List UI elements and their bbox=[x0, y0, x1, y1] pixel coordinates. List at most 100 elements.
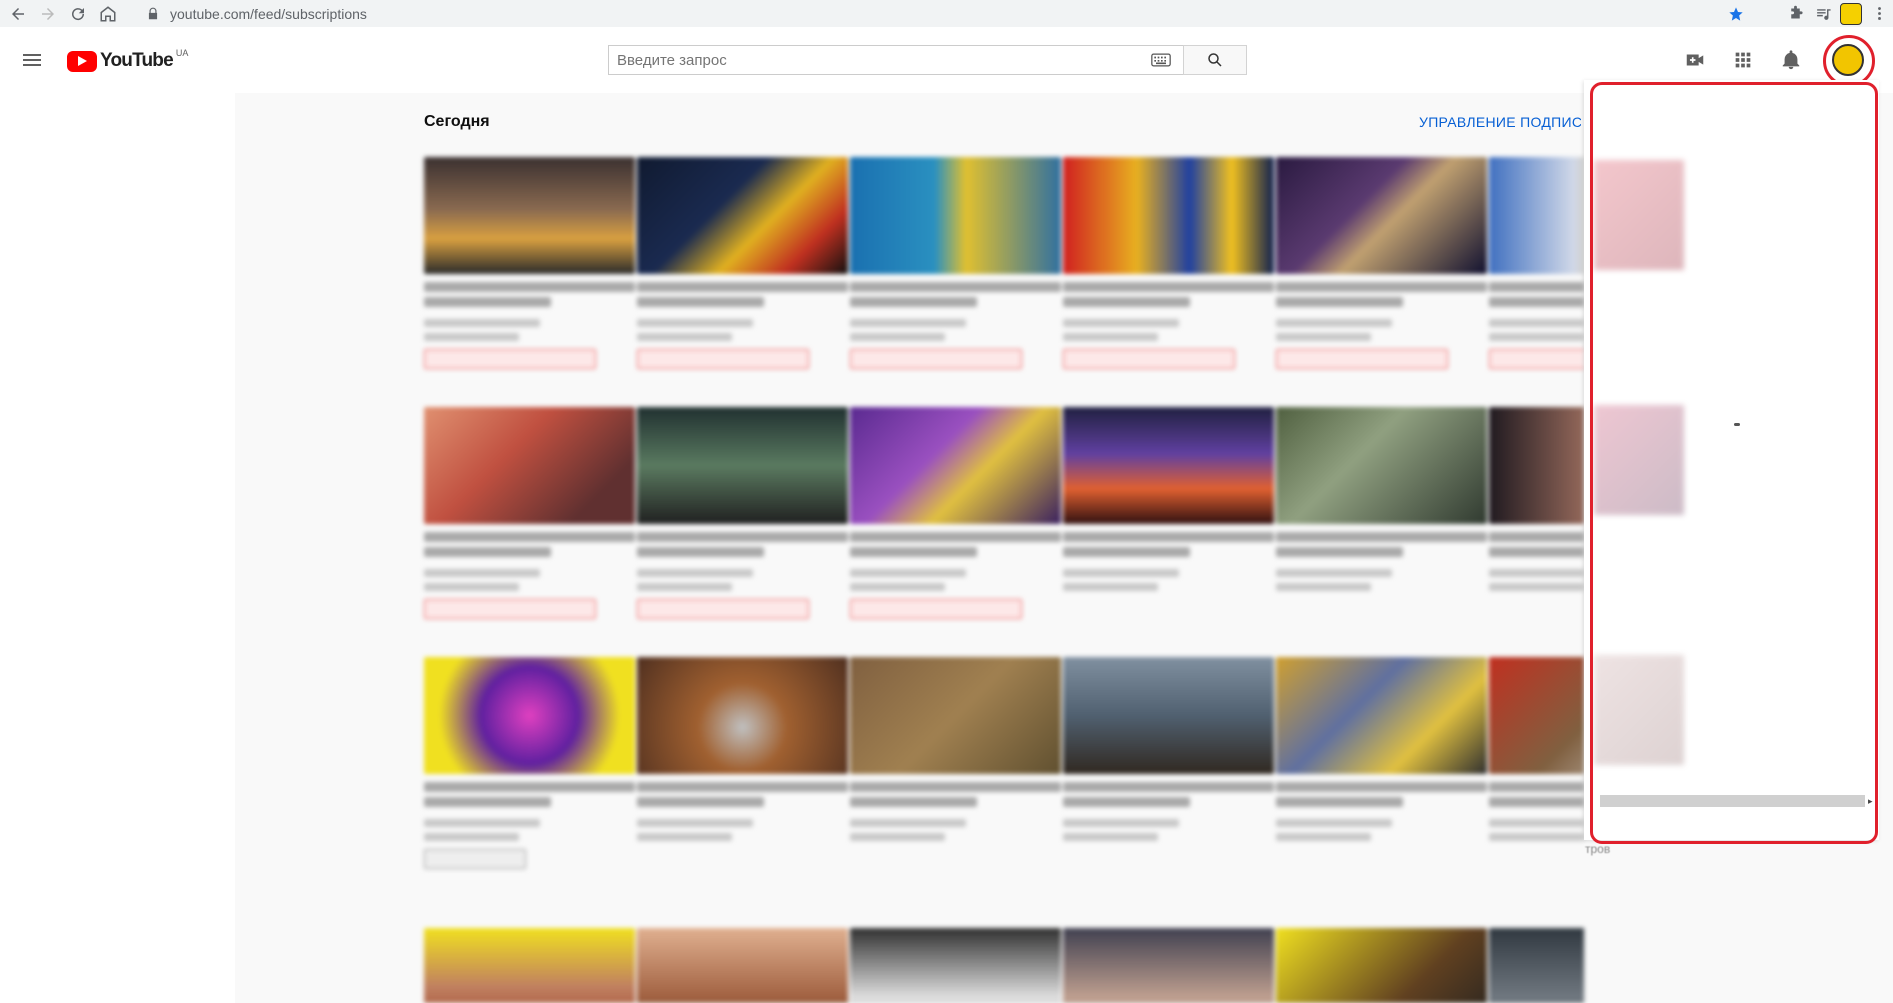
video-thumbnail[interactable] bbox=[424, 657, 635, 774]
video-thumbnail[interactable] bbox=[424, 157, 635, 274]
video-meta bbox=[1063, 319, 1180, 327]
extensions-icon[interactable] bbox=[1781, 0, 1809, 27]
video-thumbnail[interactable] bbox=[637, 657, 848, 774]
video-thumbnail[interactable] bbox=[1063, 407, 1274, 524]
profile-icon[interactable] bbox=[1837, 0, 1865, 27]
home-icon[interactable] bbox=[96, 2, 120, 26]
video-card[interactable] bbox=[1063, 407, 1274, 591]
video-thumbnail[interactable] bbox=[850, 407, 1061, 524]
video-thumbnail[interactable] bbox=[1276, 657, 1487, 774]
menu-icon[interactable] bbox=[20, 48, 44, 72]
reload-icon[interactable] bbox=[66, 2, 90, 26]
video-meta bbox=[1489, 583, 1584, 591]
video-card[interactable] bbox=[637, 657, 848, 841]
video-meta bbox=[637, 333, 732, 341]
search-input[interactable] bbox=[615, 47, 1119, 73]
video-title bbox=[637, 532, 848, 542]
video-thumbnail[interactable] bbox=[1276, 157, 1487, 274]
video-card[interactable] bbox=[1276, 407, 1487, 591]
video-thumbnail[interactable] bbox=[1063, 157, 1274, 274]
video-thumbnail[interactable] bbox=[850, 157, 1061, 274]
video-title bbox=[850, 797, 977, 807]
search-button[interactable] bbox=[1183, 45, 1247, 75]
video-title bbox=[637, 297, 764, 307]
video-title bbox=[1489, 782, 1584, 792]
video-title bbox=[424, 297, 551, 307]
video-thumbnail[interactable] bbox=[637, 157, 848, 274]
video-card[interactable] bbox=[1063, 157, 1274, 369]
video-thumbnail[interactable] bbox=[637, 928, 848, 1003]
live-badge bbox=[424, 599, 596, 619]
video-thumbnail[interactable] bbox=[1063, 928, 1274, 1003]
video-card[interactable] bbox=[850, 657, 1061, 841]
video-title bbox=[1063, 797, 1190, 807]
media-control-icon[interactable] bbox=[1809, 0, 1837, 27]
video-meta bbox=[424, 833, 519, 841]
video-card[interactable] bbox=[850, 928, 1061, 1003]
video-card[interactable] bbox=[850, 157, 1061, 369]
video-title bbox=[1063, 532, 1274, 542]
video-card[interactable] bbox=[1063, 657, 1274, 841]
forward-icon[interactable] bbox=[36, 2, 60, 26]
video-card[interactable] bbox=[424, 157, 635, 369]
video-meta bbox=[1276, 333, 1371, 341]
live-badge bbox=[1276, 349, 1448, 369]
video-card[interactable] bbox=[850, 407, 1061, 619]
video-thumbnail[interactable] bbox=[1489, 657, 1584, 774]
video-meta bbox=[1489, 319, 1584, 327]
reminder-button[interactable] bbox=[424, 849, 526, 869]
live-badge bbox=[424, 349, 596, 369]
video-card[interactable] bbox=[424, 407, 635, 619]
video-thumbnail[interactable] bbox=[1276, 407, 1487, 524]
video-card[interactable] bbox=[1276, 928, 1487, 1003]
video-card[interactable] bbox=[424, 657, 635, 869]
video-thumbnail[interactable] bbox=[1276, 928, 1487, 1003]
video-thumbnail[interactable] bbox=[850, 657, 1061, 774]
video-meta bbox=[637, 569, 754, 577]
video-thumbnail[interactable] bbox=[424, 407, 635, 524]
video-card[interactable] bbox=[637, 157, 848, 369]
video-thumbnail[interactable] bbox=[424, 928, 635, 1003]
logo-text: YouTube bbox=[100, 50, 174, 71]
video-card[interactable] bbox=[424, 928, 635, 1003]
video-thumbnail[interactable] bbox=[1489, 157, 1584, 274]
apps-grid-icon[interactable] bbox=[1731, 48, 1755, 72]
video-meta bbox=[637, 819, 754, 827]
video-card[interactable] bbox=[1489, 407, 1584, 591]
keyboard-icon[interactable] bbox=[1151, 53, 1171, 67]
video-thumbnail[interactable] bbox=[637, 407, 848, 524]
notifications-bell-icon[interactable] bbox=[1779, 48, 1803, 72]
video-thumbnail[interactable] bbox=[1489, 928, 1584, 1003]
manage-subscriptions-link[interactable]: УПРАВЛЕНИЕ ПОДПИСК bbox=[1419, 114, 1581, 130]
video-card[interactable] bbox=[637, 928, 848, 1003]
video-title bbox=[1489, 797, 1584, 807]
video-card[interactable] bbox=[1063, 928, 1274, 1003]
video-thumbnail[interactable] bbox=[1489, 407, 1584, 524]
highlight-box-annotation bbox=[1590, 82, 1878, 844]
video-card[interactable] bbox=[1489, 928, 1584, 1003]
account-avatar-button[interactable] bbox=[1823, 35, 1875, 87]
address-bar[interactable]: youtube.com/feed/subscriptions bbox=[140, 2, 1750, 25]
live-badge bbox=[1489, 349, 1584, 369]
video-meta bbox=[1063, 583, 1158, 591]
video-title bbox=[637, 782, 848, 792]
video-thumbnail[interactable] bbox=[1063, 657, 1274, 774]
video-card[interactable] bbox=[1276, 157, 1487, 369]
video-title bbox=[1063, 782, 1274, 792]
create-video-icon[interactable] bbox=[1683, 48, 1707, 72]
video-title bbox=[1276, 547, 1403, 557]
video-card[interactable] bbox=[1489, 657, 1584, 841]
bookmark-star-icon[interactable] bbox=[1728, 6, 1744, 22]
menu-dots-icon[interactable] bbox=[1865, 0, 1893, 27]
video-card[interactable] bbox=[637, 407, 848, 619]
video-card[interactable] bbox=[1276, 657, 1487, 841]
video-meta bbox=[850, 333, 945, 341]
video-title bbox=[1063, 547, 1190, 557]
video-thumbnail[interactable] bbox=[850, 928, 1061, 1003]
video-card[interactable] bbox=[1489, 157, 1584, 369]
youtube-logo[interactable]: YouTube UA bbox=[67, 48, 188, 72]
back-icon[interactable] bbox=[6, 2, 30, 26]
browser-toolbar: youtube.com/feed/subscriptions bbox=[0, 0, 1893, 27]
video-meta bbox=[637, 583, 732, 591]
video-title bbox=[1276, 282, 1487, 292]
